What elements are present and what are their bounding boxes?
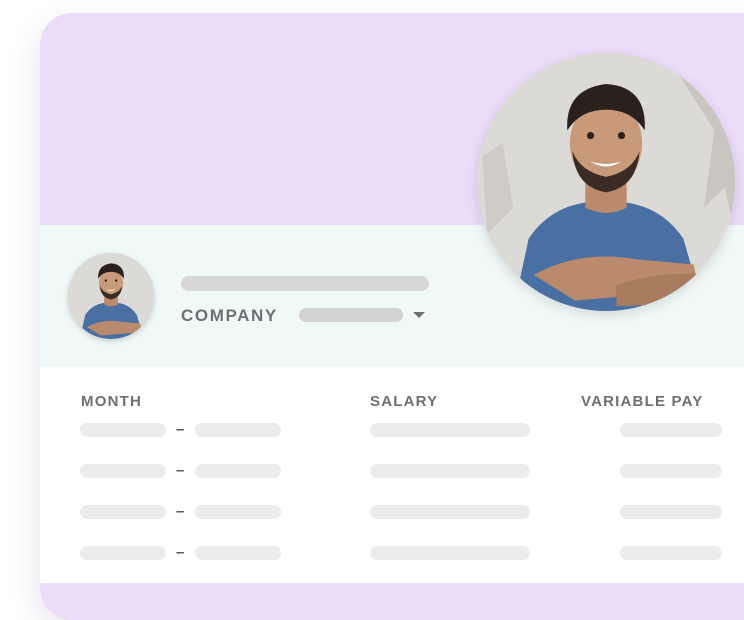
chevron-down-icon[interactable]: [413, 312, 425, 318]
salary-placeholder: [370, 546, 530, 560]
person-photo-icon: [477, 53, 735, 311]
salary-placeholder: [370, 505, 530, 519]
month-start-placeholder: [80, 546, 166, 560]
avatar-small: [68, 253, 154, 339]
range-separator: –: [176, 544, 185, 561]
column-header-variable-pay: VARIABLE PAY: [581, 393, 704, 410]
column-header-salary: SALARY: [370, 393, 439, 410]
company-value-placeholder: [299, 308, 403, 322]
table-row: –: [0, 421, 744, 438]
month-end-placeholder: [195, 423, 281, 437]
company-dropdown[interactable]: [299, 308, 427, 322]
variable-pay-placeholder: [620, 423, 722, 437]
range-separator: –: [176, 421, 185, 438]
salary-placeholder: [370, 464, 530, 478]
employee-name-placeholder: [181, 276, 429, 291]
variable-pay-placeholder: [620, 505, 722, 519]
month-end-placeholder: [195, 505, 281, 519]
month-start-placeholder: [80, 505, 166, 519]
avatar-large: [477, 53, 735, 311]
company-label: COMPANY: [181, 306, 278, 325]
salary-placeholder: [370, 423, 530, 437]
person-photo-icon: [68, 253, 154, 339]
table-row: –: [0, 462, 744, 479]
month-start-placeholder: [80, 423, 166, 437]
table-row: –: [0, 544, 744, 561]
table-row: –: [0, 503, 744, 520]
range-separator: –: [176, 462, 185, 479]
range-separator: –: [176, 503, 185, 520]
variable-pay-placeholder: [620, 464, 722, 478]
month-end-placeholder: [195, 546, 281, 560]
month-end-placeholder: [195, 464, 281, 478]
footer-band: [40, 583, 744, 620]
variable-pay-placeholder: [620, 546, 722, 560]
month-start-placeholder: [80, 464, 166, 478]
column-header-month: MONTH: [81, 393, 142, 410]
